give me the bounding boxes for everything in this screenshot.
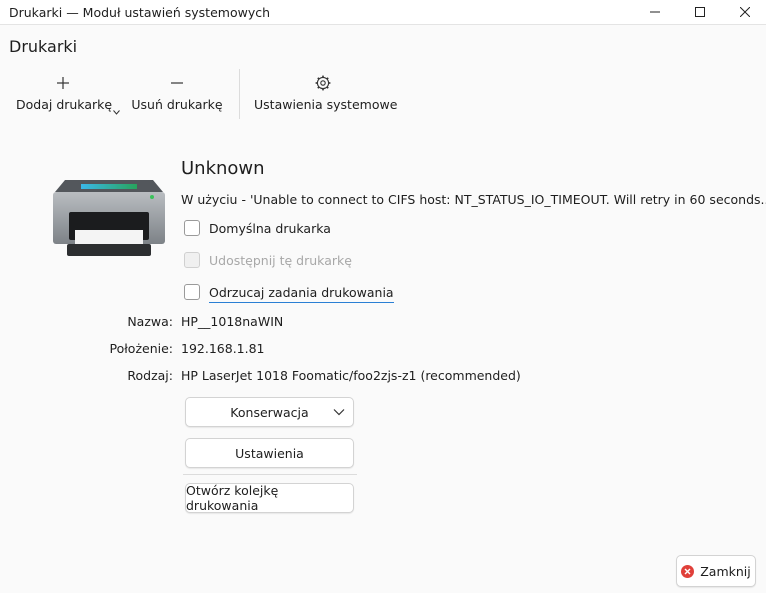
type-label: Rodzaj:	[127, 368, 173, 383]
chevron-down-icon	[333, 409, 345, 416]
close-circle-icon	[681, 564, 695, 578]
settings-label: Ustawienia	[235, 445, 304, 461]
maintenance-label: Konserwacja	[230, 404, 309, 420]
button-separator	[183, 474, 357, 475]
settings-button[interactable]: Ustawienia	[185, 438, 354, 468]
plus-icon	[57, 77, 69, 89]
close-window-button[interactable]	[722, 0, 766, 24]
reject-jobs-checkbox[interactable]	[184, 284, 200, 300]
minimize-icon	[650, 11, 660, 13]
maximize-icon	[695, 7, 705, 17]
system-settings-button[interactable]: Ustawienia systemowe	[254, 72, 398, 112]
add-printer-label: Dodaj drukarkę	[16, 97, 113, 112]
printer-name: Unknown	[181, 158, 265, 179]
open-queue-label: Otwórz kolejkę drukowania	[186, 483, 279, 513]
reject-jobs-label-wrap[interactable]: Odrzucaj zadania drukowania	[209, 285, 394, 303]
reject-jobs-label[interactable]: Odrzucaj zadania drukowania	[209, 285, 394, 303]
type-value: HP LaserJet 1018 Foomatic/foo2zjs-z1 (re…	[181, 368, 521, 383]
add-printer-button[interactable]: Dodaj drukarkę	[16, 72, 120, 115]
location-label: Położenie:	[109, 341, 174, 356]
default-printer-label[interactable]: Domyślna drukarka	[209, 221, 331, 236]
printer-icon	[53, 180, 165, 256]
minus-icon	[171, 82, 183, 84]
printer-status: W użyciu - 'Unable to connect to CIFS ho…	[181, 192, 766, 207]
close-icon	[740, 7, 750, 17]
minimize-button[interactable]	[632, 0, 678, 24]
open-queue-button[interactable]: Otwórz kolejkę drukowania	[185, 483, 354, 513]
system-settings-label: Ustawienia systemowe	[254, 97, 398, 112]
gear-icon	[315, 75, 331, 91]
window-title: Drukarki — Moduł ustawień systemowych	[9, 5, 271, 20]
remove-printer-button[interactable]: Usuń drukarkę	[130, 72, 224, 112]
default-printer-checkbox[interactable]	[184, 220, 200, 236]
maintenance-dropdown[interactable]: Konserwacja	[185, 397, 354, 427]
share-printer-checkbox	[184, 252, 200, 268]
remove-printer-label: Usuń drukarkę	[131, 97, 223, 112]
name-value: HP__1018naWIN	[181, 314, 284, 329]
maximize-button[interactable]	[677, 0, 723, 24]
close-button[interactable]: Zamknij	[676, 555, 756, 587]
chevron-down-icon	[113, 110, 120, 115]
location-value: 192.168.1.81	[181, 341, 265, 356]
title-bar: Drukarki — Moduł ustawień systemowych	[0, 0, 766, 25]
toolbar-separator	[239, 69, 240, 119]
share-printer-label: Udostępnij tę drukarkę	[209, 253, 352, 268]
name-label: Nazwa:	[127, 314, 173, 329]
close-label: Zamknij	[700, 563, 751, 579]
page-title: Drukarki	[9, 37, 78, 56]
